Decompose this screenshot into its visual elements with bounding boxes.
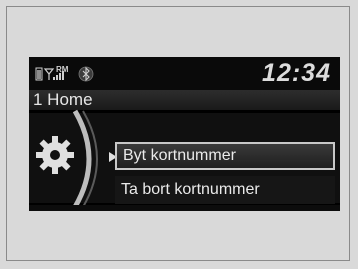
roam-label: RM [56,65,69,74]
phone-icon [35,67,43,81]
display-screen: RM 12:34 1 Home Byt kortnummer Ta bort k… [29,57,340,211]
status-icons: RM [35,65,94,82]
bluetooth-icon [78,66,94,82]
clock: 12:34 [262,59,331,87]
icon-panel [29,109,99,209]
status-bar: RM 12:34 [29,57,340,90]
menu-area: Byt kortnummer Ta bort kortnummer [29,109,340,209]
page-title: 1 Home [33,90,93,109]
header-row: 1 Home [29,90,340,110]
menu-item-byt-kortnummer[interactable]: Byt kortnummer [115,142,335,170]
menu-item-ta-bort-kortnummer[interactable]: Ta bort kortnummer [115,176,335,204]
bottom-strip [29,205,340,211]
